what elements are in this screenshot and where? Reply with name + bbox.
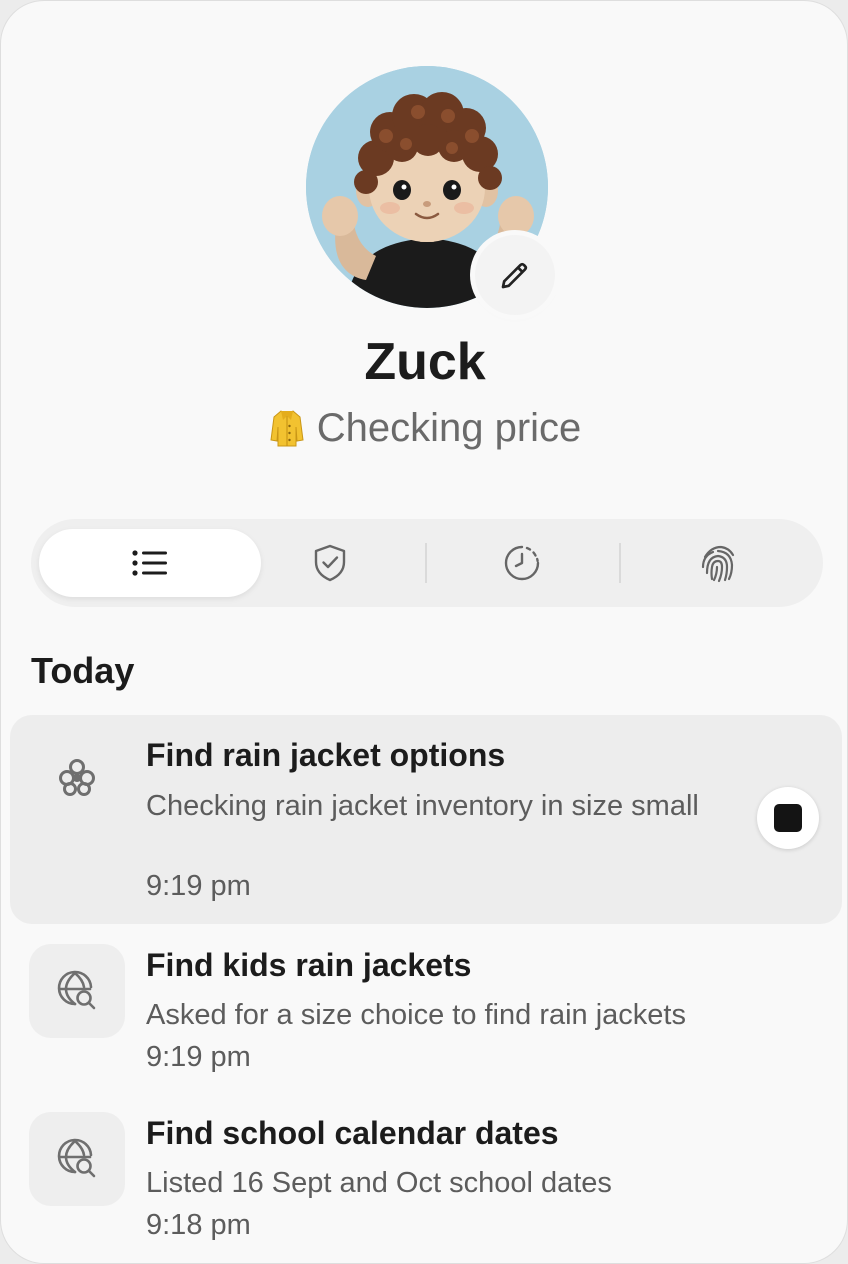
task-time: 9:19 pm xyxy=(146,870,251,902)
task-icon xyxy=(29,731,125,825)
tab-history[interactable] xyxy=(481,529,563,597)
tab-privacy[interactable] xyxy=(677,529,759,597)
section-title: Today xyxy=(31,650,135,691)
edit-avatar-button[interactable] xyxy=(475,235,555,315)
task-description: Checking rain jacket inventory in size s… xyxy=(146,790,699,822)
list-icon xyxy=(132,550,167,576)
tab-list[interactable] xyxy=(39,529,261,597)
task-row[interactable]: Find school calendar dates Listed 16 Sep… xyxy=(10,1109,842,1259)
task-title: Find school calendar dates xyxy=(146,1115,559,1151)
profile-name: Zuck xyxy=(364,333,486,391)
tab-bar xyxy=(31,519,823,607)
stop-button[interactable] xyxy=(757,787,819,849)
tab-security[interactable] xyxy=(289,529,371,597)
globe-search-icon xyxy=(57,970,96,1010)
task-icon xyxy=(29,1112,125,1206)
profile-status: Checking price xyxy=(1,403,847,453)
agent-icon xyxy=(59,759,95,796)
task-time: 9:18 pm xyxy=(146,1209,251,1241)
task-description: Asked for a size choice to find rain jac… xyxy=(146,999,686,1031)
task-title: Find kids rain jackets xyxy=(146,947,472,983)
task-row[interactable]: Find rain jacket options Checking rain j… xyxy=(10,715,842,924)
status-text: Checking price xyxy=(316,406,582,450)
tab-divider xyxy=(425,543,427,583)
shield-check-icon xyxy=(314,544,346,582)
task-time: 9:19 pm xyxy=(146,1041,251,1073)
task-icon xyxy=(29,944,125,1038)
fingerprint-icon xyxy=(701,545,735,583)
pencil-icon xyxy=(501,262,528,289)
task-description: Listed 16 Sept and Oct school dates xyxy=(146,1167,612,1199)
globe-search-icon xyxy=(57,1138,96,1178)
task-row[interactable]: Find kids rain jackets Asked for a size … xyxy=(10,941,842,1091)
tab-divider xyxy=(619,543,621,583)
coat-icon xyxy=(269,408,305,448)
clock-icon xyxy=(504,545,540,581)
task-title: Find rain jacket options xyxy=(146,737,506,773)
stop-icon xyxy=(774,804,802,832)
profile-panel: Zuck Checking price Today Find rain jack… xyxy=(0,0,848,1264)
